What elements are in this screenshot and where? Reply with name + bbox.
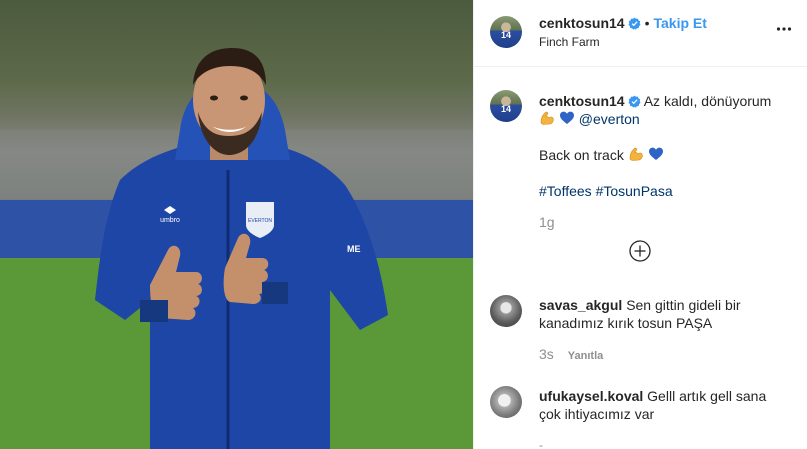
comment-time[interactable]: -: [539, 438, 543, 449]
author-avatar[interactable]: [490, 16, 522, 48]
verified-badge-icon: [628, 95, 641, 108]
post-photo[interactable]: EVERTON umbro ME: [0, 0, 473, 449]
commenter-avatar[interactable]: [490, 295, 522, 327]
verified-badge-icon: [628, 17, 641, 30]
caption-author-avatar[interactable]: [490, 90, 522, 122]
comment-meta: 3s Yanıtla: [539, 346, 603, 362]
plus-circle-icon[interactable]: [629, 240, 651, 262]
blue-heart-emoji-icon: [559, 111, 574, 124]
comment-meta: -: [539, 438, 543, 449]
flexed-biceps-emoji-icon: [540, 111, 554, 125]
comment-body: ufukaysel.koval Gelll artık gell sana ço…: [539, 387, 791, 423]
comment-item: savas_akgul Sen gittin gideli bir kanadı…: [490, 295, 800, 375]
follow-button[interactable]: Takip Et: [654, 15, 707, 31]
hashtag-link[interactable]: #TosunPasa: [596, 183, 673, 199]
badge-text: EVERTON: [248, 218, 272, 224]
author-line: cenktosun14 • Takip Et: [539, 15, 707, 31]
commenter-username[interactable]: savas_akgul: [539, 297, 622, 313]
flexed-biceps-emoji-icon: [629, 147, 643, 161]
comment-item: ufukaysel.koval Gelll artık gell sana ço…: [490, 386, 800, 449]
reply-button[interactable]: Yanıtla: [568, 350, 603, 362]
commenter-avatar[interactable]: [490, 386, 522, 418]
author-username[interactable]: cenktosun14: [539, 15, 625, 31]
commenter-username[interactable]: ufukaysel.koval: [539, 388, 643, 404]
player-photo-illustration: EVERTON umbro ME: [0, 48, 473, 449]
separator-dot: •: [644, 15, 650, 31]
comment-body: savas_akgul Sen gittin gideli bir kanadı…: [539, 296, 791, 332]
caption-text-line2: Back on track: [539, 147, 624, 163]
comment-time[interactable]: 3s: [539, 346, 554, 362]
sleeve-sponsor-text: ME: [347, 244, 361, 254]
post-location[interactable]: Finch Farm: [539, 35, 600, 49]
post-timestamp[interactable]: 1g: [539, 214, 555, 230]
mention-link[interactable]: @everton: [579, 111, 640, 127]
post-caption: cenktosun14 Az kaldı, dönüyorum @everton…: [539, 92, 794, 218]
caption-text-line1: Az kaldı, dönüyorum: [643, 93, 772, 109]
more-options-icon[interactable]: [776, 21, 792, 37]
caption-username[interactable]: cenktosun14: [539, 93, 625, 109]
post-header: cenktosun14 •Takip Et Finch Farm: [474, 0, 807, 67]
post-details-panel: cenktosun14 •Takip Et Finch Farm cenktosu…: [473, 0, 807, 449]
blue-heart-emoji-icon: [648, 147, 663, 160]
hashtag-link[interactable]: #Toffees: [539, 183, 592, 199]
umbro-text: umbro: [160, 217, 180, 224]
